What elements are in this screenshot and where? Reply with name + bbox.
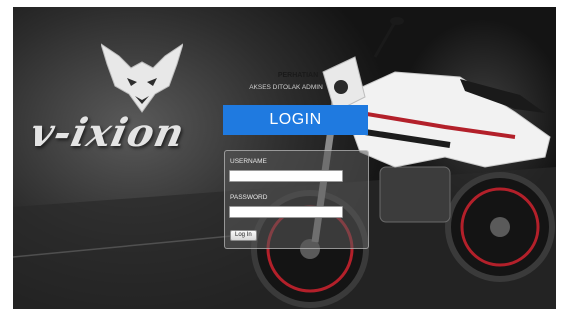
login-button[interactable]: Log In bbox=[230, 230, 257, 241]
notice-title: PERHATIAN bbox=[277, 72, 319, 79]
background-photo: v-ixion PERHATIAN AKSES DITOLAK ADMIN LO… bbox=[13, 7, 556, 309]
username-input[interactable] bbox=[229, 170, 343, 182]
username-label: USERNAME bbox=[230, 158, 267, 165]
password-input[interactable] bbox=[229, 206, 343, 218]
brand-wordmark: v-ixion bbox=[26, 110, 189, 156]
notice-text: AKSES DITOLAK ADMIN bbox=[249, 84, 323, 91]
login-form: USERNAME PASSWORD Log In bbox=[224, 150, 369, 249]
password-label: PASSWORD bbox=[230, 194, 268, 201]
serpent-head-icon bbox=[101, 43, 183, 113]
login-header: LOGIN bbox=[223, 105, 368, 135]
